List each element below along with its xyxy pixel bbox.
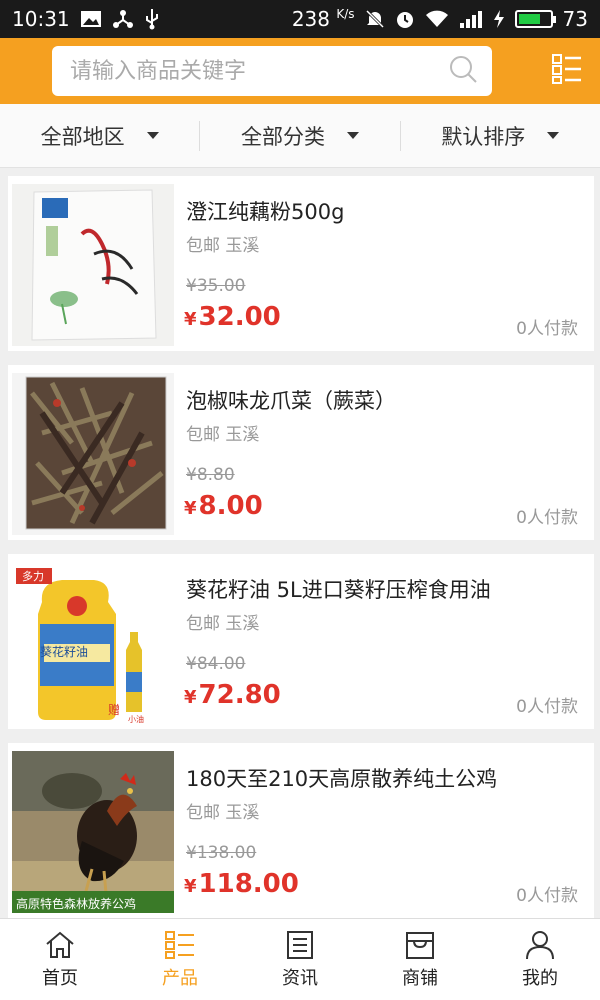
home-icon: [44, 930, 76, 960]
bottom-tab-bar: 首页 产品 资讯 商铺 我的: [0, 918, 600, 1000]
product-tags: 包邮 玉溪: [186, 425, 260, 445]
search-icon[interactable]: [448, 54, 478, 88]
filter-sort[interactable]: 默认排序: [399, 120, 600, 151]
product-card[interactable]: 高原特色森林放养公鸡 180天至210天高原散养纯土公鸡 包邮 玉溪 ¥138.…: [8, 743, 594, 918]
product-name: 葵花籽油 5L进口葵籽压榨食用油: [186, 578, 491, 602]
sold-count: 0人付款: [516, 319, 578, 339]
tab-label: 首页: [42, 967, 78, 989]
tab-label: 产品: [162, 967, 198, 989]
caret-down-icon: [146, 132, 159, 139]
network-speed: 238 K/s: [291, 7, 355, 31]
sale-price: ¥118.00: [184, 869, 299, 899]
battery-icon: [514, 10, 556, 28]
product-card[interactable]: 葵花籽油 多力 赠 小油 葵花籽油 5L进口葵籽压榨食用油 包邮 玉溪 ¥84.…: [8, 554, 594, 729]
image-icon: [80, 10, 102, 28]
sale-price: ¥72.80: [184, 680, 281, 710]
original-price: ¥84.00: [186, 654, 246, 674]
tab-store[interactable]: 商铺: [360, 919, 480, 1000]
product-tags: 包邮 玉溪: [186, 236, 260, 256]
caret-down-icon: [547, 132, 560, 139]
tab-label: 我的: [522, 967, 558, 989]
status-bar: 10:31 238 K/s 73: [0, 0, 600, 38]
sold-count: 0人付款: [516, 697, 578, 717]
search-box[interactable]: [52, 46, 492, 96]
product-name: 泡椒味龙爪菜（蕨菜）: [186, 389, 396, 413]
share-icon: [112, 9, 134, 29]
image-caption: 高原特色森林放养公鸡: [16, 896, 136, 911]
wifi-icon: [425, 10, 449, 28]
sale-price: ¥8.00: [184, 491, 263, 521]
product-card[interactable]: 泡椒味龙爪菜（蕨菜） 包邮 玉溪 ¥8.80 ¥8.00 0人付款: [8, 365, 594, 540]
clock: 10:31: [12, 7, 70, 31]
search-input[interactable]: [70, 58, 430, 84]
label-text: 葵花籽油: [40, 644, 88, 659]
original-price: ¥35.00: [186, 276, 246, 296]
caret-down-icon: [346, 132, 359, 139]
product-tags: 包邮 玉溪: [186, 803, 260, 823]
tab-products[interactable]: 产品: [120, 919, 240, 1000]
product-image[interactable]: [12, 373, 174, 535]
tab-label: 资讯: [282, 967, 318, 989]
tab-mine[interactable]: 我的: [480, 919, 600, 1000]
sold-count: 0人付款: [516, 886, 578, 906]
header: [0, 38, 600, 104]
product-name: 澄江纯藕粉500g: [186, 200, 345, 224]
store-icon: [404, 930, 436, 960]
tab-home[interactable]: 首页: [0, 919, 120, 1000]
tab-label: 商铺: [402, 967, 438, 989]
product-card[interactable]: 澄江纯藕粉500g 包邮 玉溪 ¥35.00 ¥32.00 0人付款: [8, 176, 594, 351]
battery-percent: 73: [562, 7, 588, 31]
tab-news[interactable]: 资讯: [240, 919, 360, 1000]
product-tags: 包邮 玉溪: [186, 614, 260, 634]
filter-category[interactable]: 全部分类: [199, 120, 399, 151]
product-name: 180天至210天高原散养纯土公鸡: [186, 767, 498, 791]
product-list: 澄江纯藕粉500g 包邮 玉溪 ¥35.00 ¥32.00 0人付款 泡椒味龙爪…: [0, 168, 600, 918]
filter-label: 全部分类: [240, 124, 325, 149]
filter-label: 默认排序: [441, 124, 526, 149]
charging-icon: [493, 9, 505, 29]
original-price: ¥8.80: [186, 465, 235, 485]
usb-icon: [144, 8, 160, 30]
category-menu-icon[interactable]: [552, 54, 586, 88]
product-list-icon: [164, 930, 196, 960]
filter-region[interactable]: 全部地区: [0, 121, 199, 151]
alarm-icon: [395, 9, 415, 29]
news-icon: [285, 930, 315, 960]
gift-size-text: 小油: [128, 714, 144, 724]
user-icon: [525, 930, 555, 960]
signal-icon: [459, 9, 483, 29]
product-image[interactable]: 葵花籽油 多力 赠 小油: [12, 562, 174, 724]
sale-price: ¥32.00: [184, 302, 281, 332]
product-image[interactable]: 高原特色森林放养公鸡: [12, 751, 174, 913]
sold-count: 0人付款: [516, 508, 578, 528]
gift-text: 赠: [108, 703, 120, 717]
brand-text: 多力: [22, 569, 44, 583]
filter-label: 全部地区: [40, 124, 125, 149]
product-image[interactable]: [12, 184, 174, 346]
filter-bar: 全部地区 全部分类 默认排序: [0, 104, 600, 168]
mute-icon: [365, 9, 385, 29]
original-price: ¥138.00: [186, 843, 257, 863]
